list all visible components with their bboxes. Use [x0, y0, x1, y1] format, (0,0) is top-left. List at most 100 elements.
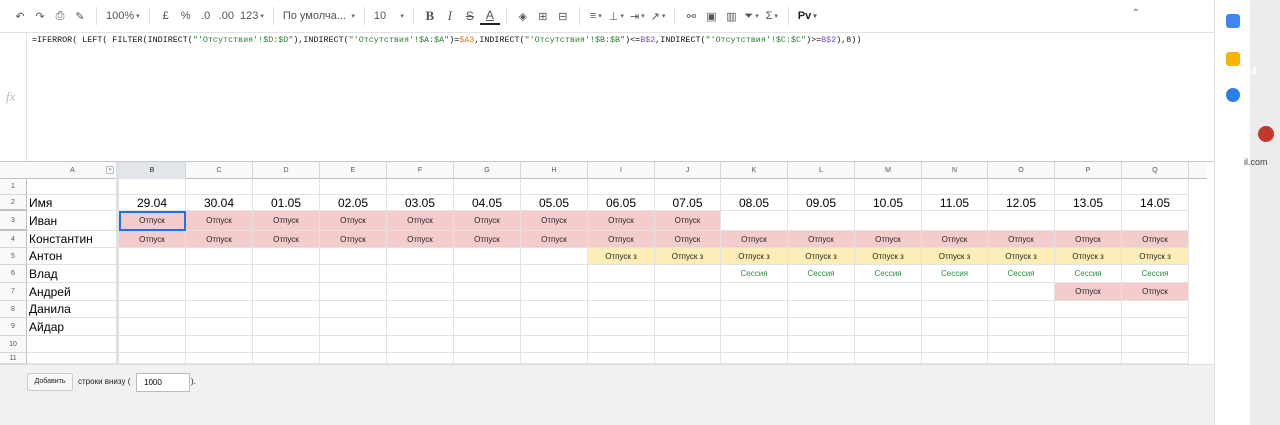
cell-empty[interactable] [119, 283, 186, 301]
cell-empty[interactable] [186, 301, 253, 318]
cell-empty[interactable] [721, 179, 788, 195]
absence-cell[interactable]: Отпуск [454, 231, 521, 248]
cell-empty[interactable] [1055, 353, 1122, 364]
cell-empty[interactable] [454, 265, 521, 283]
cell-empty[interactable] [387, 248, 454, 265]
absence-cell[interactable]: Сессия [922, 265, 988, 283]
print-icon[interactable]: ⎙ [50, 5, 70, 27]
horizontal-align-icon[interactable]: ≡ [586, 5, 606, 27]
cell-empty[interactable] [454, 248, 521, 265]
column-header[interactable]: E [320, 162, 387, 179]
absence-cell[interactable]: Отпуск з [655, 248, 721, 265]
insert-chart-icon[interactable]: ▥ [721, 5, 741, 27]
cell-empty[interactable] [922, 318, 988, 336]
cell-empty[interactable] [855, 211, 922, 231]
absence-cell[interactable]: Отпуск [454, 211, 521, 231]
absence-cell[interactable]: Отпуск [1122, 231, 1189, 248]
text-rotate-icon[interactable]: ↗ [648, 5, 669, 27]
person-name[interactable]: Данила [27, 301, 119, 318]
cell-empty[interactable] [1055, 336, 1122, 353]
decrease-decimal-button[interactable]: .0 [196, 5, 216, 27]
column-header[interactable]: P [1055, 162, 1122, 179]
cell-empty[interactable] [387, 301, 454, 318]
date-header[interactable]: 09.05 [788, 195, 855, 211]
cell-empty[interactable] [253, 265, 320, 283]
cell-empty[interactable] [721, 301, 788, 318]
absence-cell[interactable]: Сессия [1055, 265, 1122, 283]
row-header[interactable]: 3 [0, 211, 27, 231]
cell-empty[interactable] [253, 336, 320, 353]
absence-cell[interactable]: Отпуск з [1055, 248, 1122, 265]
cell-empty[interactable] [253, 283, 320, 301]
functions-button[interactable]: Σ [762, 5, 782, 27]
date-header[interactable]: 12.05 [988, 195, 1055, 211]
cell-empty[interactable] [855, 318, 922, 336]
cell-empty[interactable] [454, 179, 521, 195]
person-name[interactable]: Антон [27, 248, 119, 265]
date-header[interactable]: 14.05 [1122, 195, 1189, 211]
cell-empty[interactable] [1055, 211, 1122, 231]
calendar-icon[interactable] [1226, 14, 1240, 28]
row-header[interactable]: 11 [0, 353, 27, 364]
row-header[interactable]: 7 [0, 283, 27, 301]
cell-empty[interactable] [387, 318, 454, 336]
cell-empty[interactable] [119, 353, 186, 364]
cell-empty[interactable] [1055, 301, 1122, 318]
keep-icon[interactable] [1226, 52, 1240, 66]
absence-cell[interactable]: Отпуск [988, 231, 1055, 248]
cell-empty[interactable] [588, 301, 655, 318]
cell-empty[interactable] [788, 211, 855, 231]
absence-cell[interactable]: Отпуск з [855, 248, 922, 265]
column-header[interactable]: G [454, 162, 521, 179]
cell-empty[interactable] [253, 301, 320, 318]
column-menu-icon[interactable]: ▾ [106, 166, 114, 174]
cell-empty[interactable] [521, 353, 588, 364]
cell-empty[interactable] [387, 353, 454, 364]
percent-button[interactable]: % [176, 5, 196, 27]
date-header[interactable]: 01.05 [253, 195, 320, 211]
cell-empty[interactable] [588, 353, 655, 364]
absence-cell[interactable]: Отпуск [588, 231, 655, 248]
filter-icon[interactable]: ⏷ [741, 5, 761, 27]
person-name[interactable]: Андрей [27, 283, 119, 301]
absence-cell[interactable]: Отпуск [521, 231, 588, 248]
text-wrap-icon[interactable]: ⇥ [627, 5, 648, 27]
absence-cell[interactable]: Отпуск з [588, 248, 655, 265]
add-rows-count-input[interactable] [136, 373, 190, 392]
cell-empty[interactable] [521, 318, 588, 336]
cell-empty[interactable] [588, 179, 655, 195]
cell-empty[interactable] [119, 318, 186, 336]
absence-cell[interactable]: Отпуск [721, 231, 788, 248]
absence-cell[interactable]: Отпуск [788, 231, 855, 248]
cell-empty[interactable] [1122, 211, 1189, 231]
formula-bar[interactable]: fx =IFERROR( LEFT( FILTER(INDIRECT("'Отс… [0, 32, 1214, 162]
merge-cells-icon[interactable]: ⊟ [553, 5, 573, 27]
cell-empty[interactable] [721, 353, 788, 364]
cell-empty[interactable] [988, 353, 1055, 364]
cell-empty[interactable] [1122, 336, 1189, 353]
column-header[interactable]: L [788, 162, 855, 179]
currency-button[interactable]: £ [156, 5, 176, 27]
cell-empty[interactable] [454, 318, 521, 336]
cell-empty[interactable] [119, 336, 186, 353]
row-header[interactable]: 6 [0, 265, 27, 283]
cell-empty[interactable] [721, 336, 788, 353]
cell-empty[interactable] [721, 318, 788, 336]
cell-empty[interactable] [922, 301, 988, 318]
cell-empty[interactable] [855, 179, 922, 195]
bold-button[interactable]: B [420, 5, 440, 27]
cell-empty[interactable] [988, 179, 1055, 195]
cell-empty[interactable] [320, 353, 387, 364]
cell-empty[interactable] [922, 353, 988, 364]
borders-icon[interactable]: ⊞ [533, 5, 553, 27]
redo-icon[interactable]: ↷ [30, 5, 50, 27]
person-name[interactable]: Иван [27, 211, 119, 231]
date-header[interactable]: 13.05 [1055, 195, 1122, 211]
absence-cell[interactable]: Отпуск [387, 211, 454, 231]
absence-cell[interactable]: Отпуск [387, 231, 454, 248]
column-header[interactable]: J [655, 162, 721, 179]
person-name[interactable]: Влад [27, 265, 119, 283]
cell-empty[interactable] [988, 283, 1055, 301]
absence-cell[interactable]: Отпуск [655, 231, 721, 248]
column-header[interactable]: F [387, 162, 454, 179]
